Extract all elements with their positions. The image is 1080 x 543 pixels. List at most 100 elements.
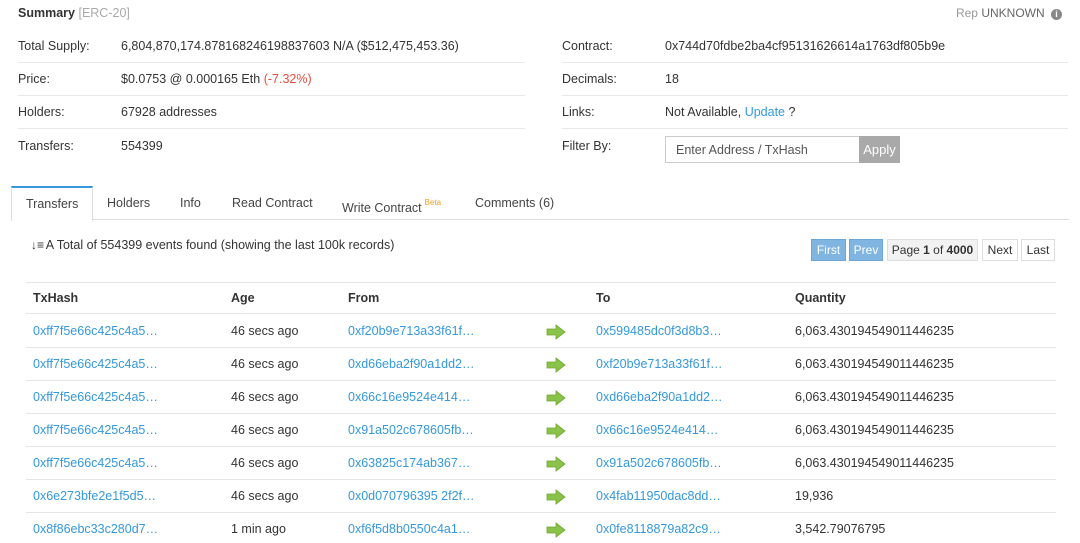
tab-read-contract[interactable]: Read Contract: [218, 186, 327, 220]
table-row: 0xff7f5e66c425c4a5… 46 secs ago 0x66c16e95…: [26, 381, 1056, 414]
col-txhash: TxHash: [33, 291, 79, 305]
to-address-link[interactable]: 0x91a502c678605fb…: [596, 447, 722, 479]
table-row: 0x6e273bfe2e1f5d5… 46 secs ago 0x0d0707963…: [26, 480, 1056, 513]
page-indicator: Page 1 of 4000: [887, 239, 978, 261]
from-address-link[interactable]: 0x63825c174ab367…: [348, 447, 470, 479]
tab-write-contract[interactable]: Write Contract Beta: [328, 186, 455, 220]
apply-button[interactable]: Apply: [859, 136, 900, 163]
quantity-cell: 6,063.430194549011446235: [795, 357, 954, 371]
summary-title-text: Summary: [18, 6, 75, 20]
arrow-right-icon: [545, 386, 567, 406]
update-link[interactable]: Update: [745, 105, 785, 119]
txhash-link[interactable]: 0xff7f5e66c425c4a5…: [33, 414, 158, 446]
from-address-link[interactable]: 0xf6f5d8b0550c4a1…: [348, 513, 470, 543]
age-cell: 46 secs ago: [231, 489, 299, 503]
price-change: (-7.32%): [263, 72, 312, 86]
quantity-cell: 6,063.430194549011446235: [795, 456, 954, 470]
filter-address-input[interactable]: [665, 136, 860, 163]
token-type-tag: [ERC-20]: [78, 6, 130, 20]
col-quantity: Quantity: [795, 291, 846, 305]
from-address-link[interactable]: 0xd66eba2f90a1dd2…: [348, 348, 475, 380]
reputation: Rep UNKNOWN i: [956, 6, 1062, 20]
transfers-label: Transfers:: [18, 138, 74, 153]
age-cell: 46 secs ago: [231, 456, 299, 470]
to-address-link[interactable]: 0xd66eba2f90a1dd2…: [596, 381, 723, 413]
to-address-link[interactable]: 0xf20b9e713a33f61f…: [596, 348, 723, 380]
total-supply-value: 6,804,870,174.878168246198837603 N/A ($5…: [121, 39, 459, 53]
rep-label: Rep: [955, 6, 978, 20]
contract-address-link[interactable]: 0x744d70fdbe2ba4cf95131626614a1763df805b…: [665, 39, 945, 53]
total-supply-label: Total Supply:: [18, 39, 90, 53]
from-address-link[interactable]: 0x0d070796395 2f2f…: [348, 480, 475, 512]
tab-transfers[interactable]: Transfers: [11, 186, 94, 221]
txhash-link[interactable]: 0x8f86ebc33c280d7…: [33, 513, 158, 543]
sort-amount-icon: ↓≡: [31, 238, 45, 252]
arrow-right-icon: [545, 452, 567, 472]
age-cell: 46 secs ago: [231, 357, 299, 371]
contract-row: Contract: 0x744d70fdbe2ba4cf95131626614a…: [562, 30, 1068, 63]
table-row: 0xff7f5e66c425c4a5… 46 secs ago 0x63825c17…: [26, 447, 1056, 480]
page-prefix: Page: [891, 243, 920, 257]
price-row: Price: $0.0753 @ 0.000165 Eth (-7.32%): [18, 63, 525, 96]
tab-write-contract-label: Write Contract: [342, 201, 422, 215]
txhash-link[interactable]: 0xff7f5e66c425c4a5…: [33, 348, 158, 380]
arrow-right-icon: [545, 485, 567, 505]
age-cell: 46 secs ago: [231, 324, 299, 338]
tab-holders[interactable]: Holders: [93, 186, 164, 220]
col-age: Age: [231, 291, 255, 305]
events-summary: ↓≡ A Total of 554399 events found (showi…: [31, 238, 394, 252]
to-address-link[interactable]: 0x4fab11950dac8dd…: [596, 480, 721, 512]
decimals-label: Decimals:: [562, 72, 617, 86]
from-address-link[interactable]: 0x91a502c678605fb…: [348, 414, 474, 446]
age-cell: 46 secs ago: [231, 390, 299, 404]
quantity-cell: 6,063.430194549011446235: [795, 423, 954, 437]
last-page-button[interactable]: Last: [1021, 239, 1055, 261]
arrow-right-icon: [545, 518, 567, 538]
age-cell: 46 secs ago: [231, 423, 299, 437]
arrow-right-icon: [545, 353, 567, 373]
table-row: 0x8f86ebc33c280d7… 1 min ago 0xf6f5d8b0550…: [26, 513, 1056, 543]
to-address-link[interactable]: 0x66c16e9524e414…: [596, 414, 718, 446]
quantity-cell: 19,936: [795, 489, 834, 503]
quantity-cell: 6,063.430194549011446235: [795, 324, 954, 338]
holders-label: Holders:: [18, 105, 65, 119]
arrow-right-icon: [545, 419, 567, 439]
filter-label: Filter By:: [562, 138, 612, 153]
from-address-link[interactable]: 0x66c16e9524e414…: [348, 381, 470, 413]
holders-row: Holders: 67928 addresses: [18, 96, 525, 129]
txhash-link[interactable]: 0xff7f5e66c425c4a5…: [33, 447, 158, 479]
links-value-wrap: Not Available, Update ?: [665, 105, 795, 119]
col-to: To: [596, 291, 611, 305]
price-value-wrap: $0.0753 @ 0.000165 Eth (-7.32%): [121, 72, 312, 86]
from-address-link[interactable]: 0xf20b9e713a33f61f…: [348, 315, 475, 347]
decimals-value: 18: [665, 72, 679, 86]
token-tabs: Transfers Holders Info Read Contract Wri…: [11, 186, 1069, 221]
info-circle-icon[interactable]: i: [1051, 9, 1062, 20]
to-address-link[interactable]: 0x0fe8118879a82c9…: [596, 513, 721, 543]
quantity-cell: 3,542.79076795: [795, 522, 886, 536]
next-page-button[interactable]: Next: [982, 239, 1018, 261]
links-value: Not Available,: [665, 105, 742, 119]
to-address-link[interactable]: 0x599485dc0f3d8b3…: [596, 315, 722, 347]
prev-page-button[interactable]: Prev: [849, 239, 883, 261]
quantity-cell: 6,063.430194549011446235: [795, 390, 954, 404]
txhash-link[interactable]: 0xff7f5e66c425c4a5…: [33, 381, 158, 413]
txhash-link[interactable]: 0xff7f5e66c425c4a5…: [33, 315, 158, 347]
events-text: A Total of 554399 events found (showing …: [45, 238, 395, 252]
links-row: Links: Not Available, Update ?: [562, 96, 1068, 129]
summary-title: Summary [ERC-20]: [18, 6, 130, 20]
tab-comments[interactable]: Comments (6): [461, 186, 568, 220]
beta-badge: Beta: [424, 198, 442, 207]
contract-label: Contract:: [562, 39, 613, 53]
txhash-link[interactable]: 0x6e273bfe2e1f5d5…: [33, 480, 156, 512]
first-page-button[interactable]: First: [811, 239, 846, 261]
transfers-value: 554399: [121, 138, 163, 153]
table-row: 0xff7f5e66c425c4a5… 46 secs ago 0xf20b9e71…: [26, 315, 1056, 348]
transfers-row: Transfers: 554399: [18, 129, 525, 162]
price-label: Price:: [18, 72, 50, 86]
transfers-table-header: TxHash Age From To Quantity: [26, 282, 1056, 314]
table-row: 0xff7f5e66c425c4a5… 46 secs ago 0x91a502c6…: [26, 414, 1056, 447]
age-cell: 1 min ago: [231, 522, 286, 536]
tab-info[interactable]: Info: [166, 186, 215, 220]
links-question: ?: [788, 105, 796, 119]
